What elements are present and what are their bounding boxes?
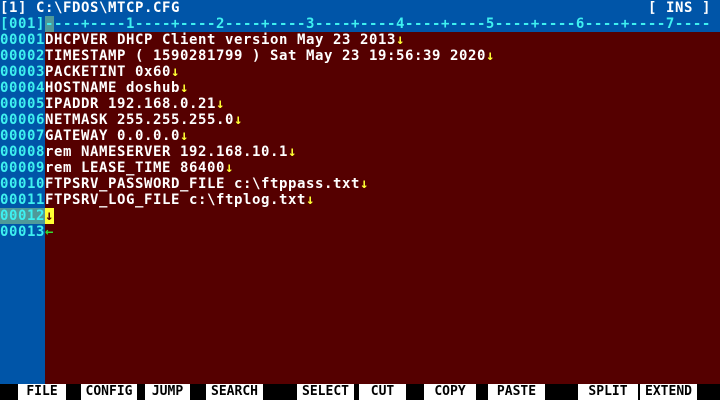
title-bar: [1] C:\FDOS\MTCP.CFG [ INS ] — [0, 0, 720, 16]
line-number: 00010 — [0, 176, 45, 192]
text-line[interactable]: ← — [45, 224, 54, 240]
line-number: 00007 — [0, 128, 45, 144]
fkey-jump[interactable]: JUMP — [145, 384, 190, 400]
text-line[interactable]: rem LEASE_TIME 86400↓ — [45, 160, 234, 176]
fkey-extend[interactable]: EXTEND — [640, 384, 697, 400]
line-end-marker: ↓ — [287, 144, 297, 160]
line-end-marker: ↓ — [170, 64, 180, 80]
line-text: IPADDR 192.168.0.21 — [45, 96, 216, 112]
line-number: 00009 — [0, 160, 45, 176]
insert-mode-indicator: [ INS ] — [648, 0, 711, 16]
end-of-file-marker: ← — [45, 224, 54, 240]
line-text: NETMASK 255.255.255.0 — [45, 112, 234, 128]
text-cursor: ↓ — [45, 208, 54, 224]
line-end-marker: ↓ — [485, 48, 495, 64]
line-text: DHCPVER DHCP Client version May 23 2013 — [45, 32, 396, 48]
fkey-search[interactable]: SEARCH — [206, 384, 263, 400]
text-line[interactable]: GATEWAY 0.0.0.0↓ — [45, 128, 189, 144]
line-number: 00011 — [0, 192, 45, 208]
line-text: FTPSRV_PASSWORD_FILE c:\ftppass.txt — [45, 176, 360, 192]
fkey-copy[interactable]: COPY — [424, 384, 476, 400]
text-line[interactable]: DHCPVER DHCP Client version May 23 2013↓ — [45, 32, 405, 48]
line-end-marker: ↓ — [215, 96, 225, 112]
line-text: GATEWAY 0.0.0.0 — [45, 128, 180, 144]
column-ruler: [001]----+----1----+----2----+----3----+… — [0, 16, 720, 32]
line-number: 00002 — [0, 48, 45, 64]
text-line[interactable]: FTPSRV_LOG_FILE c:\ftplog.txt↓ — [45, 192, 315, 208]
line-number: 00004 — [0, 80, 45, 96]
line-end-marker: ↓ — [233, 112, 243, 128]
line-number: 00008 — [0, 144, 45, 160]
text-line[interactable]: ↓ — [45, 208, 54, 224]
line-end-marker: ↓ — [395, 32, 405, 48]
line-text: HOSTNAME doshub — [45, 80, 180, 96]
fkey-config[interactable]: CONFIG — [81, 384, 137, 400]
column-indicator: [001] — [0, 16, 45, 32]
line-end-marker: ↓ — [359, 176, 369, 192]
text-line[interactable]: IPADDR 192.168.0.21↓ — [45, 96, 225, 112]
text-line[interactable]: PACKETINT 0x60↓ — [45, 64, 180, 80]
line-number: 00012 — [0, 208, 45, 224]
text-line[interactable]: rem NAMESERVER 192.168.10.1↓ — [45, 144, 297, 160]
text-line[interactable]: TIMESTAMP ( 1590281799 ) Sat May 23 19:5… — [45, 48, 495, 64]
line-text: FTPSRV_LOG_FILE c:\ftplog.txt — [45, 192, 306, 208]
line-text: rem NAMESERVER 192.168.10.1 — [45, 144, 288, 160]
line-text: rem LEASE_TIME 86400 — [45, 160, 225, 176]
fkey-paste[interactable]: PASTE — [488, 384, 545, 400]
line-text: TIMESTAMP ( 1590281799 ) Sat May 23 19:5… — [45, 48, 486, 64]
function-key-bar: FILE CONFIG JUMP SEARCH SELECT CUT COPY PASTE SP… — [0, 384, 720, 400]
fkey-select[interactable]: SELECT — [297, 384, 354, 400]
line-number: 00005 — [0, 96, 45, 112]
line-end-marker: ↓ — [224, 160, 234, 176]
text-line[interactable]: HOSTNAME doshub↓ — [45, 80, 189, 96]
text-line[interactable]: NETMASK 255.255.255.0↓ — [45, 112, 243, 128]
line-number: 00013 — [0, 224, 45, 240]
ruler-scale: ----+----1----+----2----+----3----+----4… — [45, 16, 711, 32]
file-title: [1] C:\FDOS\MTCP.CFG — [0, 0, 180, 16]
line-end-marker: ↓ — [305, 192, 315, 208]
line-end-marker: ↓ — [179, 128, 189, 144]
fkey-cut[interactable]: CUT — [359, 384, 406, 400]
line-text: PACKETINT 0x60 — [45, 64, 171, 80]
line-number: 00006 — [0, 112, 45, 128]
line-number: 00001 — [0, 32, 45, 48]
fkey-split[interactable]: SPLIT — [578, 384, 638, 400]
text-line[interactable]: FTPSRV_PASSWORD_FILE c:\ftppass.txt↓ — [45, 176, 369, 192]
line-number: 00003 — [0, 64, 45, 80]
fkey-file[interactable]: FILE — [18, 384, 66, 400]
line-end-marker: ↓ — [179, 80, 189, 96]
